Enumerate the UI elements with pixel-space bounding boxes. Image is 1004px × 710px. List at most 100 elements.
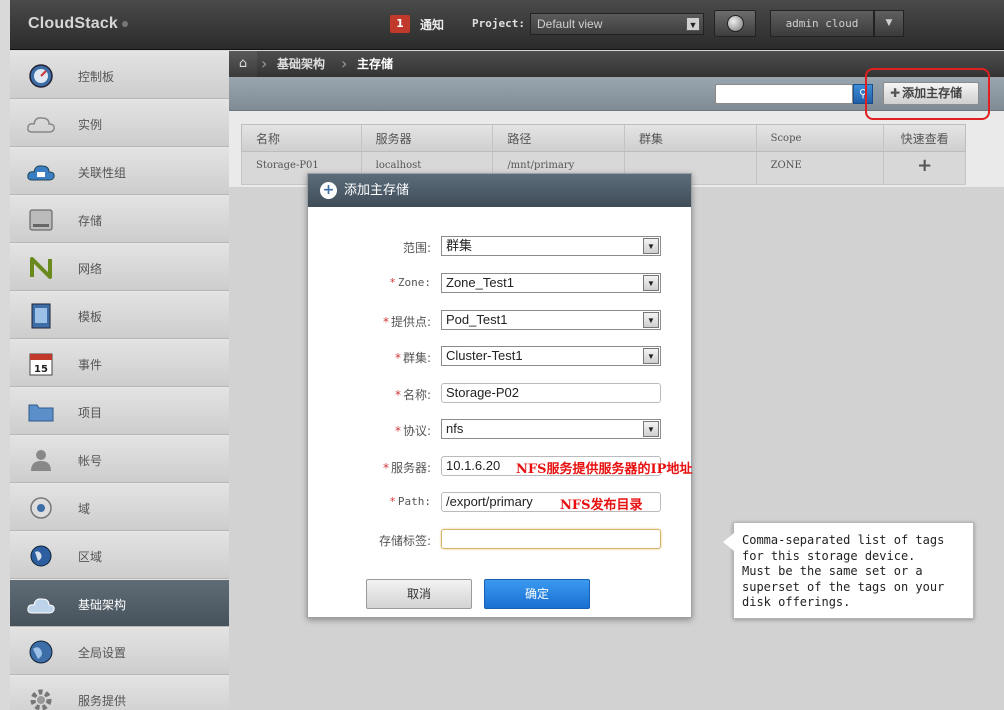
project-select-value: Default view xyxy=(537,17,603,31)
column-header-scope[interactable]: Scope xyxy=(757,125,885,151)
required-star-icon: * xyxy=(382,461,389,475)
service-gear-icon xyxy=(26,688,56,710)
sidebar-item-label: 全局设置 xyxy=(78,646,127,660)
sidebar-item-regions[interactable]: 区域 xyxy=(10,531,229,579)
sidebar-item-label: 实例 xyxy=(78,118,103,132)
dialog-title: 添加主存储 xyxy=(344,183,410,198)
affinity-cloud-icon xyxy=(26,160,56,184)
dashboard-icon xyxy=(26,64,56,88)
chevron-down-icon[interactable]: ▼ xyxy=(643,312,659,328)
column-header-name[interactable]: 名称 xyxy=(242,125,362,151)
name-label: * 名称: xyxy=(394,388,431,402)
cluster-select[interactable]: Cluster-Test1 ▼ xyxy=(441,346,661,366)
sidebar-item-domains[interactable]: 域 xyxy=(10,483,229,531)
sidebar-item-network[interactable]: 网络 xyxy=(10,243,229,291)
cancel-button[interactable]: 取消 xyxy=(366,579,472,609)
quickview-plus-icon[interactable]: + xyxy=(884,152,965,184)
cluster-label: * 群集: xyxy=(394,351,431,365)
form-row-pod: * 提供点: Pod_Test1 ▼ xyxy=(308,310,693,334)
highlight-annotation-box xyxy=(865,68,990,120)
protocol-select[interactable]: nfs ▼ xyxy=(441,419,661,439)
project-select[interactable]: Default view ▼ xyxy=(530,13,704,35)
user-menu-button[interactable]: admin cloud xyxy=(770,10,874,37)
tooltip-arrow xyxy=(723,533,734,551)
zone-select[interactable]: Zone_Test1 ▼ xyxy=(441,273,661,293)
sidebar-item-affinity-groups[interactable]: 关联性组 xyxy=(10,147,229,195)
sidebar-item-label: 区域 xyxy=(78,550,103,564)
breadcrumb-infrastructure[interactable]: 基础架构 xyxy=(277,51,325,77)
chevron-down-icon[interactable]: ▼ xyxy=(686,17,700,31)
folder-icon xyxy=(26,400,56,424)
column-header-path[interactable]: 路径 xyxy=(493,125,625,151)
scope-select[interactable]: 群集 ▼ xyxy=(441,236,661,256)
cluster-value: Cluster-Test1 xyxy=(446,348,523,363)
user-icon xyxy=(26,448,56,472)
form-row-name: * 名称: Storage-P02 xyxy=(308,383,693,407)
pod-select[interactable]: Pod_Test1 ▼ xyxy=(441,310,661,330)
chevron-down-icon[interactable]: ▼ xyxy=(643,348,659,364)
template-icon xyxy=(26,303,56,329)
notification-count-badge[interactable]: 1 xyxy=(390,15,410,33)
brand-logo[interactable]: CloudStack xyxy=(28,15,129,33)
form-row-tags: 存储标签: xyxy=(308,529,693,553)
brand-name: CloudStack xyxy=(28,15,119,32)
scope-value: 群集 xyxy=(446,238,473,253)
language-button[interactable] xyxy=(714,10,756,37)
chevron-down-icon[interactable]: ▼ xyxy=(643,238,659,254)
sidebar-item-dashboard[interactable]: 控制板 xyxy=(10,51,229,99)
sidebar-item-events[interactable]: 15 事件 xyxy=(10,339,229,387)
sidebar-item-label: 网络 xyxy=(78,262,103,276)
notification-label[interactable]: 通知 xyxy=(420,16,444,33)
region-globe-icon xyxy=(26,544,56,568)
cell-scope: ZONE xyxy=(757,152,885,184)
scope-label: 范围: xyxy=(402,241,431,255)
sidebar-item-label: 模板 xyxy=(78,310,103,324)
sidebar-item-storage[interactable]: 存储 xyxy=(10,195,229,243)
sidebar-item-label: 服务提供 xyxy=(78,694,127,708)
brand-dot-icon xyxy=(122,20,129,27)
protocol-value: nfs xyxy=(446,421,464,436)
column-header-server[interactable]: 服务器 xyxy=(362,125,494,151)
cloud-icon xyxy=(26,112,56,136)
sidebar: 控制板 实例 关联性组 存储 网络 模板 15 事件 项目 帐号 域 区域 基础… xyxy=(10,51,229,710)
chevron-down-icon[interactable]: ▼ xyxy=(643,275,659,291)
confirm-button[interactable]: 确定 xyxy=(484,579,590,609)
top-bar: CloudStack 1 通知 Project: Default view ▼ … xyxy=(10,0,1004,50)
storage-tags-input[interactable] xyxy=(441,529,661,549)
sidebar-item-service-offerings[interactable]: 服务提供 xyxy=(10,675,229,710)
tooltip-line: superset of the tags on your xyxy=(742,579,945,594)
add-primary-storage-dialog: + 添加主存储 范围: 群集 ▼ * Zone: Zone_Test1 ▼ * 提供点:… xyxy=(307,173,692,618)
breadcrumb-separator: › xyxy=(261,54,268,73)
name-input[interactable]: Storage-P02 xyxy=(441,383,661,403)
sidebar-item-label: 控制板 xyxy=(78,70,115,84)
sidebar-item-templates[interactable]: 模板 xyxy=(10,291,229,339)
dialog-title-bar: + 添加主存储 xyxy=(308,174,691,207)
project-label: Project: xyxy=(472,17,525,30)
tooltip-line: for this storage device. xyxy=(742,548,916,563)
tooltip-line: disk offerings. xyxy=(742,595,851,609)
globe-icon xyxy=(727,15,744,32)
sidebar-item-global-settings[interactable]: 全局设置 xyxy=(10,627,229,675)
sidebar-item-instances[interactable]: 实例 xyxy=(10,99,229,147)
server-value: 10.1.6.20 xyxy=(446,458,501,473)
server-annotation: NFS服务提供服务器的IP地址 xyxy=(516,462,693,477)
pod-label: * 提供点: xyxy=(382,315,431,329)
form-row-protocol: * 协议: nfs ▼ xyxy=(308,419,693,443)
search-input[interactable] xyxy=(715,84,853,104)
sidebar-item-infrastructure[interactable]: 基础架构 xyxy=(10,579,229,627)
column-header-cluster[interactable]: 群集 xyxy=(625,125,757,151)
required-star-icon: * xyxy=(394,424,401,438)
form-row-cluster: * 群集: Cluster-Test1 ▼ xyxy=(308,346,693,370)
column-header-quickview: 快速查看 xyxy=(900,132,949,146)
chevron-down-icon: ▼ xyxy=(885,18,893,28)
sidebar-item-label: 帐号 xyxy=(78,454,103,468)
global-settings-icon xyxy=(26,640,56,664)
chevron-down-icon[interactable]: ▼ xyxy=(643,421,659,437)
home-icon[interactable]: ⌂ xyxy=(229,51,257,77)
sidebar-item-accounts[interactable]: 帐号 xyxy=(10,435,229,483)
breadcrumb-primary-storage[interactable]: 主存储 xyxy=(357,51,393,77)
zone-label: * Zone: xyxy=(389,276,431,289)
sidebar-item-projects[interactable]: 项目 xyxy=(10,387,229,435)
user-menu-dropdown[interactable]: ▼ xyxy=(874,10,904,37)
sidebar-item-label: 基础架构 xyxy=(78,598,127,612)
